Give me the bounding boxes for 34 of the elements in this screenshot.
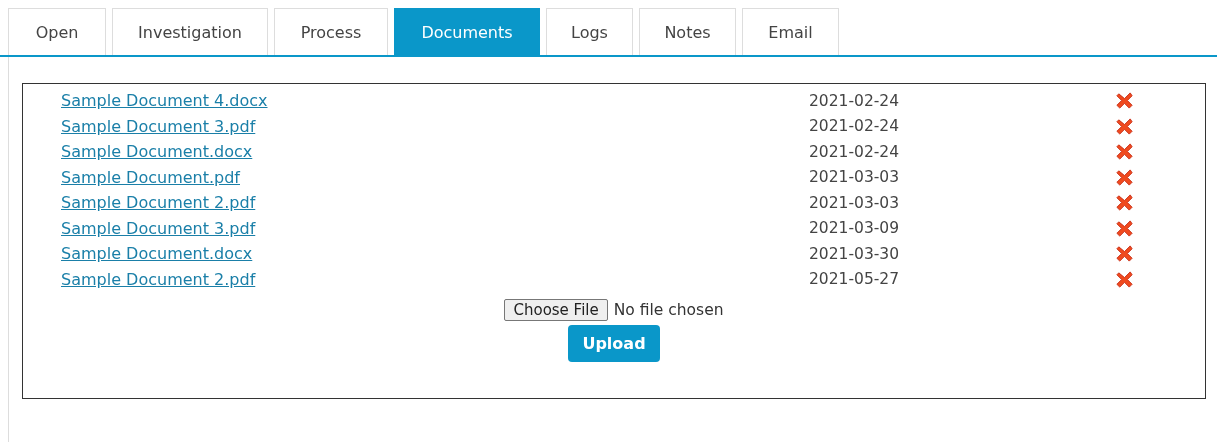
document-link[interactable]: Sample Document 3.pdf bbox=[23, 218, 809, 238]
upload-button[interactable]: Upload bbox=[568, 325, 660, 362]
document-date: 2021-02-24 bbox=[809, 142, 901, 161]
tab[interactable]: Email bbox=[742, 8, 839, 55]
document-link[interactable]: Sample Document 2.pdf bbox=[23, 193, 809, 213]
delete-icon[interactable] bbox=[1115, 244, 1134, 264]
delete-icon[interactable] bbox=[1115, 269, 1134, 289]
delete-icon[interactable] bbox=[1115, 193, 1134, 213]
delete-icon[interactable] bbox=[1115, 167, 1134, 187]
document-date: 2021-03-03 bbox=[809, 193, 901, 212]
delete-icon[interactable] bbox=[1115, 218, 1134, 238]
choose-file-button[interactable]: Choose File bbox=[504, 299, 608, 321]
document-date: 2021-02-24 bbox=[809, 117, 901, 136]
file-status: No file chosen bbox=[613, 301, 724, 319]
tab[interactable]: Investigation bbox=[112, 8, 268, 55]
document-link[interactable]: Sample Document 4.docx bbox=[23, 91, 809, 111]
delete-icon[interactable] bbox=[1115, 91, 1134, 111]
tab[interactable]: Process bbox=[274, 8, 388, 55]
document-date: 2021-03-30 bbox=[809, 244, 901, 263]
document-link[interactable]: Sample Document 2.pdf bbox=[23, 269, 809, 289]
document-link[interactable]: Sample Document 3.pdf bbox=[23, 116, 809, 136]
document-date: 2021-05-27 bbox=[809, 270, 901, 289]
tab[interactable]: Documents bbox=[394, 8, 540, 55]
document-link[interactable]: Sample Document.pdf bbox=[23, 167, 809, 187]
document-date: 2021-03-03 bbox=[809, 168, 901, 187]
tab[interactable]: Open bbox=[8, 8, 106, 55]
document-link[interactable]: Sample Document.docx bbox=[23, 142, 809, 162]
document-date: 2021-02-24 bbox=[809, 91, 901, 110]
document-date: 2021-03-09 bbox=[809, 219, 901, 238]
delete-icon[interactable] bbox=[1115, 116, 1134, 136]
document-link[interactable]: Sample Document.docx bbox=[23, 244, 809, 264]
tab[interactable]: Notes bbox=[639, 8, 736, 55]
delete-icon[interactable] bbox=[1115, 142, 1134, 162]
tab[interactable]: Logs bbox=[546, 8, 633, 55]
